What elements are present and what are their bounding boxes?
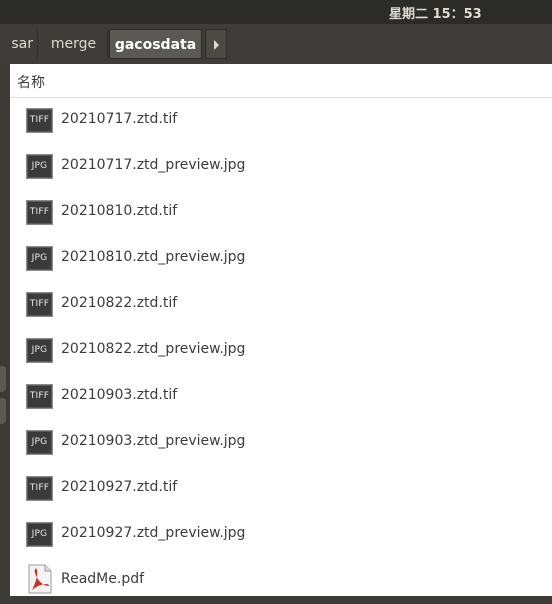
- file-row[interactable]: TIFF 20210927.ztd.tif: [10, 466, 552, 512]
- breadcrumb-merge[interactable]: merge: [40, 29, 108, 59]
- file-list: TIFF 20210717.ztd.tif JPG 20210717.ztd_p…: [10, 98, 552, 604]
- tiff-file-icon: TIFF: [26, 200, 53, 225]
- file-row[interactable]: JPG 20210927.ztd_preview.jpg: [10, 512, 552, 558]
- file-row[interactable]: JPG 20210822.ztd_preview.jpg: [10, 328, 552, 374]
- tiff-file-icon: TIFF: [26, 108, 53, 133]
- file-name: 20210822.ztd_preview.jpg: [61, 341, 246, 357]
- clock[interactable]: 星期二 15：53: [389, 3, 482, 22]
- file-row[interactable]: JPG 20210810.ztd_preview.jpg: [10, 236, 552, 282]
- sidebar-edge: [0, 64, 10, 596]
- file-view: 名称 TIFF 20210717.ztd.tif JPG 20210717.zt…: [10, 64, 552, 596]
- file-name: 20210717.ztd_preview.jpg: [61, 157, 246, 173]
- path-bar: sar merge gacosdata: [0, 24, 552, 65]
- file-name: 20210903.ztd.tif: [61, 387, 178, 403]
- pdf-file-icon: [28, 564, 52, 594]
- name-column-header[interactable]: 名称: [10, 64, 552, 98]
- file-name: 20210822.ztd.tif: [61, 295, 178, 311]
- file-row[interactable]: JPG 20210903.ztd_preview.jpg: [10, 420, 552, 466]
- file-name: ReadMe.pdf: [61, 571, 145, 587]
- file-row[interactable]: JPG 20210717.ztd_preview.jpg: [10, 144, 552, 190]
- file-row[interactable]: TIFF 20210810.ztd.tif: [10, 190, 552, 236]
- file-name: 20210927.ztd.tif: [61, 479, 178, 495]
- file-name: 20210903.ztd_preview.jpg: [61, 433, 246, 449]
- jpg-file-icon: JPG: [26, 154, 53, 179]
- top-panel: 星期二 15：53: [0, 0, 552, 24]
- chevron-right-icon: [214, 40, 219, 50]
- tiff-file-icon: TIFF: [26, 476, 53, 501]
- breadcrumb-gacosdata[interactable]: gacosdata: [109, 29, 202, 59]
- jpg-file-icon: JPG: [26, 522, 53, 547]
- tiff-file-icon: TIFF: [26, 292, 53, 317]
- file-name: 20210927.ztd_preview.jpg: [61, 525, 246, 541]
- file-row[interactable]: TIFF 20210717.ztd.tif: [10, 98, 552, 144]
- tiff-file-icon: TIFF: [26, 384, 53, 409]
- file-name: 20210810.ztd.tif: [61, 203, 178, 219]
- file-row[interactable]: TIFF 20210822.ztd.tif: [10, 282, 552, 328]
- file-name: 20210717.ztd.tif: [61, 111, 178, 127]
- file-row[interactable]: ReadMe.pdf: [10, 558, 552, 604]
- breadcrumb-forward-button[interactable]: [205, 29, 227, 59]
- file-name: 20210810.ztd_preview.jpg: [61, 249, 246, 265]
- file-row[interactable]: TIFF 20210903.ztd.tif: [10, 374, 552, 420]
- jpg-file-icon: JPG: [26, 338, 53, 363]
- sidebar-handle[interactable]: [0, 398, 6, 424]
- name-column-label: 名称: [17, 75, 45, 91]
- jpg-file-icon: JPG: [26, 430, 53, 455]
- jpg-file-icon: JPG: [26, 246, 53, 271]
- breadcrumb-sar[interactable]: sar: [0, 29, 38, 59]
- sidebar-handle[interactable]: [0, 366, 6, 392]
